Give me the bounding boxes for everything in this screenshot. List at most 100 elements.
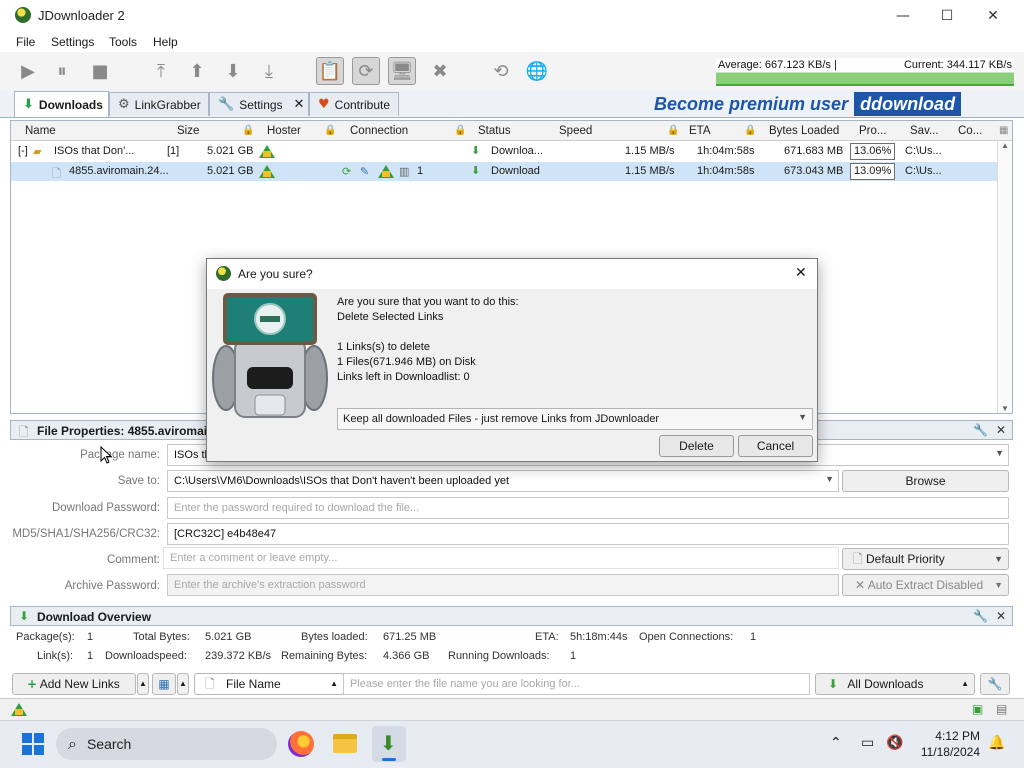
tab-linkgrabber[interactable]: ⚙ LinkGrabber [109,92,209,116]
dialog-close-icon[interactable]: ✕ [795,265,807,281]
menu-tools[interactable]: Tools [109,35,137,49]
col-connection[interactable]: Connection [350,125,408,137]
package-name-label: Package name: [80,449,160,461]
clipboard-observer-icon[interactable]: 📋 [316,57,344,85]
save-to-field[interactable]: C:\Users\VM6\Downloads\ISOs that Don't h… [167,470,839,492]
close-panel-icon[interactable]: ✕ [996,423,1006,437]
checksum-field[interactable]: [CRC32C] e4b48e47 [167,523,1009,545]
browse-button[interactable]: Browse [842,470,1009,492]
col-eta[interactable]: ETA [689,125,711,137]
clock-date[interactable]: 11/18/2024 [909,745,980,759]
comment-field[interactable]: Enter a comment or leave empty... [163,547,839,569]
links-value: 1 [87,650,94,662]
firefox-icon[interactable] [288,731,314,757]
chevron-down-icon[interactable]: ▼ [825,474,834,484]
menu-settings[interactable]: Settings [51,35,94,49]
col-speed[interactable]: Speed [559,125,592,137]
priority-dropdown[interactable]: 🗋 Default Priority ▼ [842,548,1009,570]
links-label: Link(s): [37,650,74,662]
add-links-menu-toggle[interactable]: ▲ [137,673,149,695]
cancel-button[interactable]: Cancel [738,435,813,457]
tab-settings[interactable]: 🔧 Settings ✕ [209,92,309,116]
menu-file[interactable]: File [16,35,35,49]
archive-password-field[interactable]: Enter the archive's extraction password [167,574,839,596]
file-row[interactable]: 🗋 4855.aviromain.24... 5.021 GB ⟳ ✎ ▥ 1 … [11,162,997,181]
move-up-icon[interactable]: ⬆ [183,57,211,85]
download-password-field[interactable]: Enter the password required to download … [167,497,1009,519]
package-size: 5.021 GB [207,145,254,157]
bottom-settings-icon[interactable]: 🔧 [980,673,1010,695]
clock-time[interactable]: 4:12 PM [909,729,980,743]
reconnect-icon[interactable]: ⟲ [487,57,515,85]
tray-status-icon[interactable]: ▣ [972,702,983,716]
tab-contribute[interactable]: ♥ Contribute [309,92,399,116]
ddownload-logo: ddownload [854,92,962,116]
start-downloads-icon[interactable]: ▶ [14,57,42,85]
close-tab-icon[interactable]: ✕ [294,97,305,112]
minimize-button[interactable]: — [880,4,926,28]
delete-mode-value: Keep all downloaded Files - just remove … [343,413,660,425]
col-progress[interactable]: Pro... [859,125,886,137]
file-icon: 🗋 [19,425,29,439]
collapse-toggle[interactable]: [-] [18,145,28,157]
menu-bar: File Settings Tools Help [0,32,1024,52]
silent-mode-icon[interactable]: 🖥 [388,57,416,85]
filename-search-input[interactable]: Please enter the file name you are looki… [343,673,810,695]
delete-mode-dropdown[interactable]: Keep all downloaded Files - just remove … [337,408,813,430]
calendar-menu-toggle[interactable]: ▲ [177,673,189,695]
update-icon[interactable]: 🌐 [523,57,551,85]
move-top-icon[interactable]: ⤒ [147,57,175,85]
tab-downloads[interactable]: ⬇ Downloads [14,91,109,117]
jdownloader-taskbar-button[interactable]: ⬇ [372,726,406,762]
close-panel-icon[interactable]: ✕ [996,609,1006,623]
google-drive-icon [259,165,275,178]
table-scrollbar[interactable]: ▲ ▼ [997,141,1012,413]
col-name[interactable]: Name [25,125,56,137]
chevron-up-icon[interactable]: ⌃ [830,735,842,751]
settings-wrench-icon[interactable]: 🔧 [973,423,988,437]
stop-downloads-icon[interactable]: ■ [86,57,114,85]
search-field-selector[interactable]: 🗋 File Name ▲ [194,673,344,695]
col-status[interactable]: Status [478,125,511,137]
premium-text: Become premium user [654,93,849,114]
pause-downloads-icon[interactable]: ⏸ [48,57,76,85]
calendar-icon[interactable]: ▦ [152,673,176,695]
status-bar: ▣ ▤ [0,698,1024,720]
add-new-links-button[interactable]: + Add New Links [12,673,136,695]
windows-start-icon[interactable] [22,733,44,755]
auto-extract-dropdown[interactable]: ✕ Auto Extract Disabled ▼ [842,574,1009,596]
close-button[interactable]: ✕ [970,4,1016,28]
dialog-files-on-disk: 1 Files(671.946 MB) on Disk [337,356,476,368]
scroll-down-icon[interactable]: ▼ [1001,404,1009,413]
move-down-icon[interactable]: ⬇ [219,57,247,85]
file-explorer-icon[interactable] [333,734,357,753]
maximize-button[interactable]: ☐ [924,4,970,28]
col-comment[interactable]: Co... [958,125,982,137]
delete-button[interactable]: Delete [659,435,734,457]
move-bottom-icon[interactable]: ⤓ [255,57,283,85]
auto-reconnect-icon[interactable]: ⟳ [352,57,380,85]
col-size[interactable]: Size [177,125,199,137]
remaining-bytes-label: Remaining Bytes: [281,650,368,662]
col-bytes-loaded[interactable]: Bytes Loaded [769,125,839,137]
settings-wrench-icon[interactable]: 🔧 [973,609,988,623]
x-icon: ✕ [855,578,866,592]
package-row[interactable]: [-] ▰ ISOs that Don'... [1] 5.021 GB ⬇ D… [11,142,997,161]
connection-count: 1 [417,165,424,177]
taskbar-search[interactable]: ⌕ Search [56,728,277,760]
notification-bell-icon[interactable]: 🔔 [988,735,1005,751]
column-chooser-icon[interactable]: ▦ [999,125,1008,136]
dialog-links-left: Links left in Downloadlist: 0 [337,371,470,383]
tray-options-icon[interactable]: ▤ [996,702,1007,716]
scroll-up-icon[interactable]: ▲ [1001,141,1009,150]
volume-muted-icon[interactable]: 🔇 [886,735,903,751]
network-icon[interactable]: ▭ [861,735,874,751]
remove-finished-icon[interactable]: ✖ [426,57,454,85]
chevron-down-icon[interactable]: ▼ [995,448,1004,458]
col-save-to[interactable]: Sav... [910,125,939,137]
menu-help[interactable]: Help [153,35,178,49]
col-hoster[interactable]: Hoster [267,125,301,137]
view-filter-dropdown[interactable]: ⬇ All Downloads ▲ [815,673,975,695]
premium-banner[interactable]: Become premium user ddownload [654,91,1014,117]
file-name: 4855.aviromain.24... [69,165,169,177]
